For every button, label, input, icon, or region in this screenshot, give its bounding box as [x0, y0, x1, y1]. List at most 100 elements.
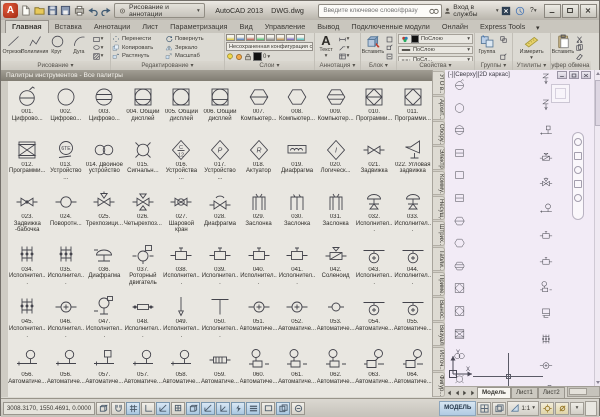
palette-item[interactable]: 031. Заслонка [316, 186, 355, 239]
panel-groups-label[interactable]: Группы▾ [475, 61, 512, 70]
palette-item[interactable]: 002. Цифрово... [47, 81, 86, 134]
viewcube[interactable] [551, 84, 570, 103]
tab-Управление[interactable]: Управление [259, 21, 312, 33]
palette-item[interactable]: 052. Автоматиче... [278, 291, 317, 344]
doc-restore-button[interactable] [569, 71, 579, 79]
palette-item[interactable]: 057. Автоматиче... [124, 344, 163, 397]
palette-item[interactable]: 6ТЕ013. Устройство ... [47, 134, 86, 187]
hatch-tool-button[interactable]: ▾ [91, 52, 105, 60]
palette-item[interactable]: 053. Автоматиче... [316, 291, 355, 344]
palette-item[interactable]: 034. Исполнител... [8, 239, 47, 292]
panel-clipboard-label[interactable]: Буфер обмена▾ [551, 61, 591, 70]
palette-item[interactable]: P017. Устройство ... [201, 134, 240, 187]
palette-item[interactable]: 014. Двойное устройство [85, 134, 124, 187]
panel-utils-label[interactable]: Утилиты▾ [513, 61, 550, 70]
palette-item[interactable]: 057. Автоматиче... [85, 344, 124, 397]
palette-item[interactable]: R018. Актуатор [239, 134, 278, 187]
status-toggle-polar[interactable] [156, 402, 170, 415]
exchange-apps-button[interactable] [501, 4, 512, 17]
quick-view-layouts-button[interactable] [477, 402, 491, 415]
layer-tool-icon[interactable] [266, 34, 275, 41]
signin-button[interactable]: Вход в службы ▾ [444, 4, 498, 18]
layer-tool-icon[interactable] [276, 34, 285, 41]
palette-title-bar[interactable]: Палитры инструментов - Все палитры [1, 70, 433, 81]
palette-item[interactable]: 050. Исполнител... [201, 291, 240, 344]
copy-clip-button[interactable] [575, 44, 584, 52]
layer-tool-icon[interactable] [246, 34, 255, 41]
status-toggle-tpy[interactable] [261, 402, 275, 415]
palette-item[interactable]: 059. Автоматиче... [201, 344, 240, 397]
palette-item[interactable]: 038. Исполнител... [162, 239, 201, 292]
clean-screen-button[interactable] [585, 401, 597, 416]
palette-item[interactable]: 024. Поворотн... [47, 186, 86, 239]
status-toggle-ducs[interactable] [216, 402, 230, 415]
layer-freeze-icon[interactable] [235, 53, 243, 61]
viewport-controls[interactable]: [-][Сверху][2D каркас] [448, 71, 510, 78]
ungroup-button[interactable] [499, 35, 508, 43]
hscroll-thumb[interactable] [569, 388, 587, 395]
tab-Онлайн[interactable]: Онлайн [436, 21, 474, 33]
palette-item[interactable]: I020. Логическ... [316, 134, 355, 187]
vertical-scrollbar[interactable] [594, 70, 600, 386]
palette-item[interactable]: 008. Компьютер... [278, 81, 317, 134]
doc-minimize-button[interactable] [557, 71, 567, 79]
palette-item[interactable]: 026. Четырехпоз... [124, 186, 163, 239]
sheet-tab-Лист1[interactable]: Лист1 [511, 387, 538, 398]
layer-tool-icon[interactable] [256, 34, 265, 41]
status-toggle-dyn[interactable] [231, 402, 245, 415]
navigation-bar[interactable] [572, 132, 584, 220]
palette-item[interactable]: 046. Исполнител... [47, 291, 86, 344]
status-toggle-otrack[interactable] [201, 402, 215, 415]
sheet-tab-Модель[interactable]: Модель [477, 387, 511, 398]
measure-button[interactable]: Измерить ▾ [517, 34, 547, 61]
palette-item[interactable]: C12016. Устройства ... [162, 134, 201, 187]
next-sheet-button[interactable] [461, 388, 469, 398]
palette-item[interactable]: 035. Исполнител... [47, 239, 86, 292]
panel-block-label[interactable]: Блок▾ [361, 61, 396, 70]
annotation-scale-button[interactable]: 1:1 ▾ [507, 401, 539, 416]
palette-item[interactable]: 055. Автоматиче... [393, 291, 432, 344]
palette-item[interactable]: 010. Программи... [355, 81, 394, 134]
model-space-button[interactable]: МОДЕЛЬ [439, 401, 476, 416]
palette-item[interactable]: 048. Исполнител... [124, 291, 163, 344]
tab-Вставка[interactable]: Вставка [49, 21, 88, 33]
layer-tool-icon[interactable] [286, 34, 295, 41]
palette-item[interactable]: 045. Исполнител... [8, 291, 47, 344]
block-attrib-button[interactable] [385, 52, 393, 60]
plot-button[interactable] [74, 4, 85, 17]
new-file-button[interactable] [20, 4, 31, 17]
palette-tab-Архит...[interactable]: Архит... [433, 96, 445, 120]
group-edit-button[interactable] [499, 52, 508, 60]
palette-item[interactable]: 005. Общий дисплей [162, 81, 201, 134]
palette-item[interactable]: 004. Общий дисплей [124, 81, 163, 134]
drawing-canvas[interactable]: [-][Сверху][2D каркас] Y X [445, 70, 600, 386]
palette-item[interactable]: 029. Заслонка [239, 186, 278, 239]
cut-button[interactable] [575, 35, 584, 43]
annotation-visibility-button[interactable] [540, 402, 554, 415]
text-tool-button[interactable]: А Текст ▾ [316, 34, 336, 61]
palette-item[interactable]: 063. Автоматиче... [355, 344, 394, 397]
autoscale-button[interactable] [555, 402, 569, 415]
palette-item[interactable]: 007. Компьютер... [239, 81, 278, 134]
edit-block-button[interactable] [385, 44, 393, 52]
palette-item[interactable]: 062. Автоматиче... [316, 344, 355, 397]
layer-lock-icon[interactable] [244, 53, 252, 61]
palette-item[interactable]: 054. Автоматиче... [355, 291, 394, 344]
palette-item[interactable]: 015. Сигнальн... [124, 134, 163, 187]
panel-layers-label[interactable]: Слои▾ [225, 61, 314, 70]
palette-item[interactable]: 032. Исполнител... [355, 186, 394, 239]
object-color-dropdown[interactable]: ПоСлою ▾ [398, 34, 473, 44]
status-toggle-ortho[interactable] [141, 402, 155, 415]
palette-item[interactable]: 001. Цифрово... [8, 81, 47, 134]
panel-draw-label[interactable]: Рисование▾ [1, 61, 110, 70]
palette-tab-Табли...[interactable]: Табли... [433, 247, 445, 271]
app-menu-button[interactable]: A [3, 3, 18, 18]
scroll-up-icon[interactable] [596, 72, 600, 75]
minimize-button[interactable] [544, 4, 561, 18]
palette-tab-Штрих...[interactable]: Штрих... [433, 221, 445, 245]
palette-item[interactable]: 040. Исполнител... [239, 239, 278, 292]
layer-dropdown[interactable]: Несохраненная конфигурация сло▾ [226, 42, 313, 51]
palette-tab-Обору...[interactable]: Обору... [433, 121, 445, 145]
tool-Повернуть[interactable]: Повернуть [165, 35, 213, 43]
tool-Дуга[interactable]: Дуга [68, 34, 90, 61]
